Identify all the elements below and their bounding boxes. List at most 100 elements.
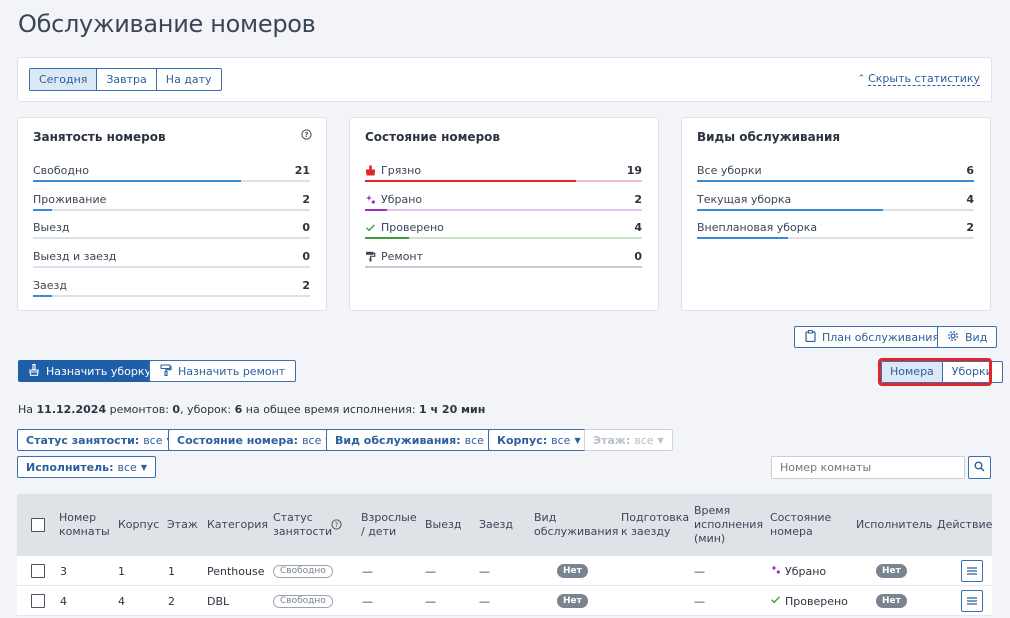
cell-checkin: — <box>479 594 490 608</box>
view-button[interactable]: Вид <box>937 326 998 348</box>
service-type-row[interactable]: Все уборки 6 <box>697 158 974 186</box>
tab-on-date[interactable]: На дату <box>157 69 221 90</box>
filter-building[interactable]: Корпус: все ▼ <box>488 429 590 451</box>
col-room-state[interactable]: Состояние номера <box>770 494 838 556</box>
filter-value: все <box>464 433 484 447</box>
occupancy-bar-track <box>33 237 310 240</box>
col-building[interactable]: Корпус <box>118 494 159 556</box>
service-types-title: Виды обслуживания <box>697 130 841 144</box>
room-state-row[interactable]: Убрано 2 <box>365 187 642 215</box>
service-plan-button[interactable]: План обслуживания <box>794 326 951 348</box>
filter-service-type[interactable]: Вид обслуживания:все▼ <box>326 429 504 451</box>
check-icon <box>770 594 781 608</box>
occupancy-row[interactable]: Выезд и заезд 0 <box>33 244 310 272</box>
paint-roller-icon <box>365 251 376 262</box>
chevron-down-icon: ▼ <box>657 435 664 445</box>
search-icon <box>974 461 985 475</box>
occupancy-bar-track <box>33 208 310 211</box>
occupancy-card: Занятость номеров ? Свободно 21 Проживание… <box>17 117 327 311</box>
summary-prefix: На <box>18 403 37 416</box>
filter-value: все <box>117 460 137 474</box>
filter-label: Исполнитель: <box>26 460 114 474</box>
col-occupancy-status[interactable]: Статус занятости <box>273 494 333 556</box>
assignee-badge: Нет <box>876 594 907 608</box>
room-search-input[interactable] <box>771 456 965 479</box>
room-state-value: 4 <box>634 221 642 235</box>
filter-occupancy-status[interactable]: Статус занятости:все▼ <box>17 429 182 451</box>
select-all-checkbox[interactable] <box>31 518 45 532</box>
row-checkbox[interactable] <box>31 564 45 578</box>
cell-room-state: Убрано <box>785 564 827 578</box>
cell-category: Penthouse <box>207 564 265 578</box>
room-state-label: Проверено <box>381 221 444 235</box>
filter-room-state[interactable]: Состояние номера:все▼ <box>168 429 341 451</box>
col-room[interactable]: Номер комнаты <box>59 494 113 556</box>
col-guests[interactable]: Взрослые / дети <box>361 494 417 556</box>
assign-cleaning-button[interactable]: Назначить уборку <box>18 360 161 382</box>
cell-floor: 1 <box>168 564 175 578</box>
service-type-row[interactable]: Внеплановая уборка 2 <box>697 215 974 243</box>
chevron-down-icon: ▼ <box>140 462 147 472</box>
assign-repair-button[interactable]: Назначить ремонт <box>149 360 297 382</box>
cell-time: — <box>694 594 705 608</box>
service-type-bar-track <box>697 180 974 182</box>
service-type-bar-fill <box>697 208 883 211</box>
col-category[interactable]: Категория <box>207 494 268 556</box>
table-row: 4 4 2 DBL Свободно — — — Нет — Проверено… <box>17 586 992 616</box>
cell-room[interactable]: 3 <box>60 556 67 586</box>
row-action-button[interactable] <box>961 560 983 582</box>
summary-date: 11.12.2024 <box>36 403 107 416</box>
cell-category: DBL <box>207 594 230 608</box>
service-plan-label: План обслуживания <box>822 330 940 344</box>
row-action-button[interactable] <box>961 590 983 612</box>
col-service-type[interactable]: Вид обслуживания <box>534 494 618 556</box>
cell-room[interactable]: 4 <box>60 586 67 616</box>
col-checkin[interactable]: Заезд <box>479 494 513 556</box>
occupancy-value: 0 <box>302 250 310 264</box>
search-button[interactable] <box>968 456 991 479</box>
room-state-bar-fill <box>365 237 410 240</box>
row-checkbox[interactable] <box>31 594 45 608</box>
room-state-row[interactable]: Проверено 4 <box>365 215 642 243</box>
room-state-row[interactable]: Ремонт 0 <box>365 244 642 272</box>
occupancy-row[interactable]: Свободно 21 <box>33 158 310 186</box>
room-state-row[interactable]: Грязно 19 <box>365 158 642 186</box>
occupancy-label: Свободно <box>33 164 89 177</box>
service-badge: Нет <box>557 564 588 578</box>
tab-tomorrow[interactable]: Завтра <box>97 69 157 90</box>
col-time[interactable]: Время исполнения (мин) <box>694 494 763 556</box>
help-icon[interactable]: ? <box>331 519 342 533</box>
summary-total: 1 ч 20 мин <box>419 403 486 416</box>
col-prep[interactable]: Подготовка к заезду <box>621 494 689 556</box>
col-floor[interactable]: Этаж <box>167 494 198 556</box>
cell-checkout: — <box>425 594 436 608</box>
service-type-row[interactable]: Текущая уборка 4 <box>697 187 974 215</box>
cell-checkout: — <box>425 564 436 578</box>
service-type-bar-track <box>697 208 974 211</box>
help-icon[interactable]: ? <box>301 129 312 143</box>
filter-assignee[interactable]: Исполнитель: все ▼ <box>17 456 156 478</box>
filter-value: все <box>551 433 571 447</box>
occupancy-row[interactable]: Проживание 2 <box>33 187 310 215</box>
service-types-card: Виды обслуживания Все уборки 6 Текущая убо… <box>681 117 991 311</box>
hide-stats-link[interactable]: ⌃ Скрыть статистику <box>858 72 980 86</box>
service-type-label: Внеплановая уборка <box>697 221 818 235</box>
filter-label: Корпус: <box>497 433 548 447</box>
occupancy-row[interactable]: Заезд 2 <box>33 273 310 301</box>
col-assignee[interactable]: Исполнитель <box>856 494 932 556</box>
chevron-down-icon: ▼ <box>574 435 581 445</box>
filter-label: Состояние номера: <box>177 433 299 447</box>
cell-guests: — <box>362 594 373 608</box>
hide-stats-label[interactable]: Скрыть статистику <box>868 72 980 86</box>
summary-mid1: ремонтов: <box>106 403 173 416</box>
service-type-value: 4 <box>966 192 974 206</box>
occupancy-bar-track <box>33 266 310 269</box>
col-checkout[interactable]: Выезд <box>425 494 461 556</box>
sparkle-icon <box>365 194 376 205</box>
service-badge: Нет <box>557 594 588 608</box>
occupancy-bar-fill <box>33 180 241 182</box>
room-state-bar-track <box>365 208 642 211</box>
tab-today[interactable]: Сегодня <box>30 69 98 90</box>
summary-mid3: на общее время исполнения: <box>242 403 420 416</box>
occupancy-row[interactable]: Выезд 0 <box>33 215 310 243</box>
